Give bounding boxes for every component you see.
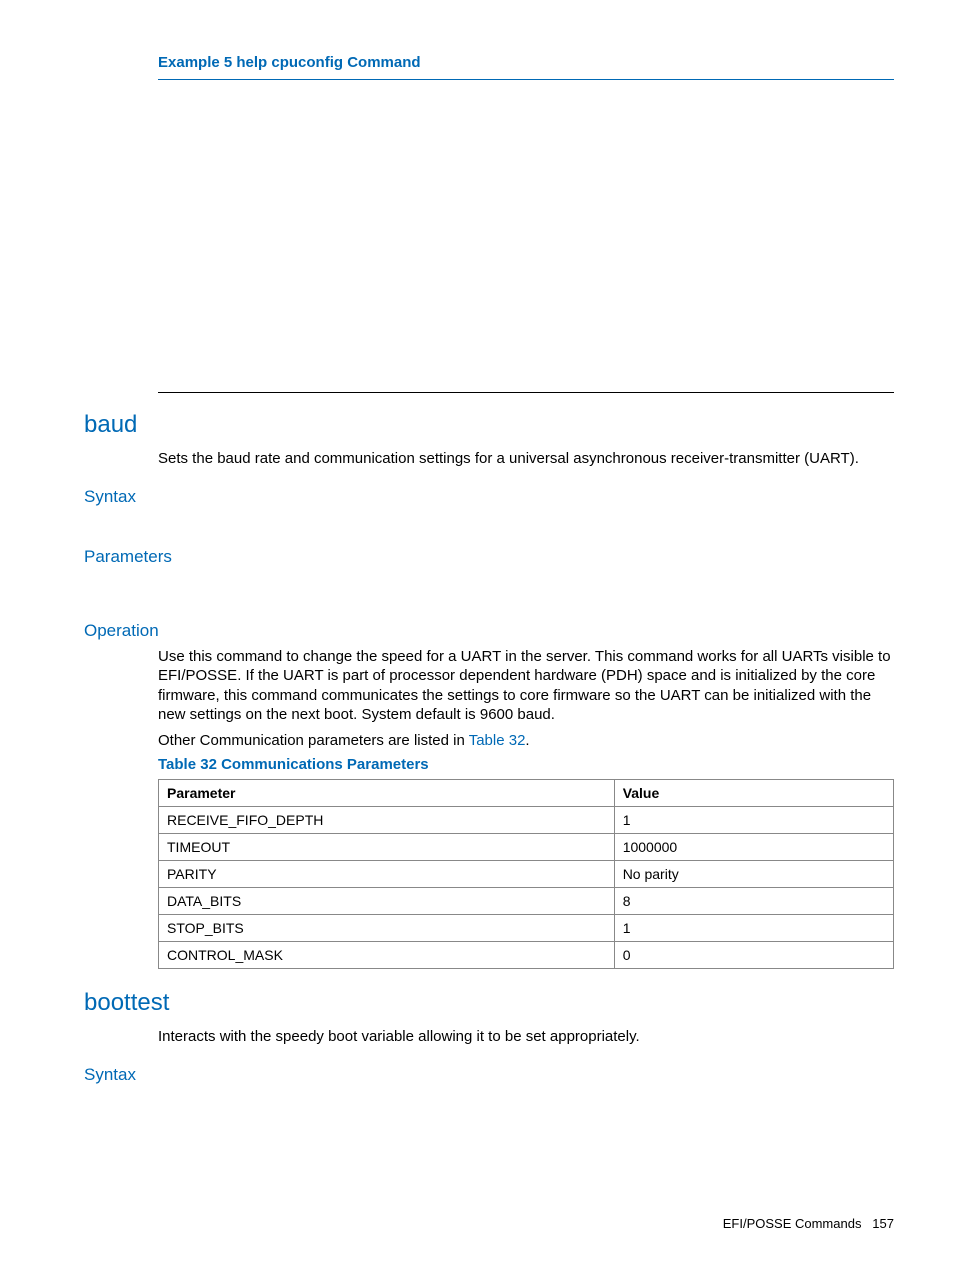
table-cell-param: PARITY <box>159 861 615 888</box>
table-32-caption: Table 32 Communications Parameters <box>158 756 894 773</box>
table-cell-value: No parity <box>614 861 893 888</box>
boottest-syntax-heading: Syntax <box>84 1065 894 1085</box>
baud-other-params-suffix: . <box>525 732 529 749</box>
table-row: CONTROL_MASK 0 <box>159 942 894 969</box>
table-cell-value: 8 <box>614 888 893 915</box>
table-cell-param: CONTROL_MASK <box>159 942 615 969</box>
page-footer: EFI/POSSE Commands 157 <box>723 1216 894 1231</box>
table-cell-value: 1 <box>614 915 893 942</box>
boottest-heading: boottest <box>84 989 894 1017</box>
table-cell-param: RECEIVE_FIFO_DEPTH <box>159 807 615 834</box>
table-cell-value: 1000000 <box>614 834 893 861</box>
baud-parameters-heading: Parameters <box>84 547 894 567</box>
example-title: Example 5 help cpuconfig Command <box>158 54 894 71</box>
table-row: RECEIVE_FIFO_DEPTH 1 <box>159 807 894 834</box>
code-block-placeholder <box>84 80 894 392</box>
baud-syntax-heading: Syntax <box>84 487 894 507</box>
baud-operation-heading: Operation <box>84 621 894 641</box>
table-cell-value: 1 <box>614 807 893 834</box>
table-header-row: Parameter Value <box>159 780 894 807</box>
page: Example 5 help cpuconfig Command baud Se… <box>0 0 954 1271</box>
table-cell-param: STOP_BITS <box>159 915 615 942</box>
table-cell-param: DATA_BITS <box>159 888 615 915</box>
baud-heading: baud <box>84 411 894 439</box>
table-32: Parameter Value RECEIVE_FIFO_DEPTH 1 TIM… <box>158 779 894 969</box>
table-row: STOP_BITS 1 <box>159 915 894 942</box>
table-cell-value: 0 <box>614 942 893 969</box>
baud-operation-text: Use this command to change the speed for… <box>158 647 894 725</box>
boottest-description: Interacts with the speedy boot variable … <box>158 1027 894 1047</box>
table-row: DATA_BITS 8 <box>159 888 894 915</box>
baud-description: Sets the baud rate and communication set… <box>158 449 894 469</box>
baud-other-params-line: Other Communication parameters are liste… <box>158 731 894 751</box>
section-divider <box>158 392 894 393</box>
table-cell-param: TIMEOUT <box>159 834 615 861</box>
table-header-value: Value <box>614 780 893 807</box>
footer-section: EFI/POSSE Commands <box>723 1216 862 1231</box>
table-header-param: Parameter <box>159 780 615 807</box>
footer-page-number: 157 <box>872 1216 894 1231</box>
table-32-link[interactable]: Table 32 <box>469 732 526 749</box>
baud-other-params-prefix: Other Communication parameters are liste… <box>158 732 469 749</box>
table-row: TIMEOUT 1000000 <box>159 834 894 861</box>
table-row: PARITY No parity <box>159 861 894 888</box>
